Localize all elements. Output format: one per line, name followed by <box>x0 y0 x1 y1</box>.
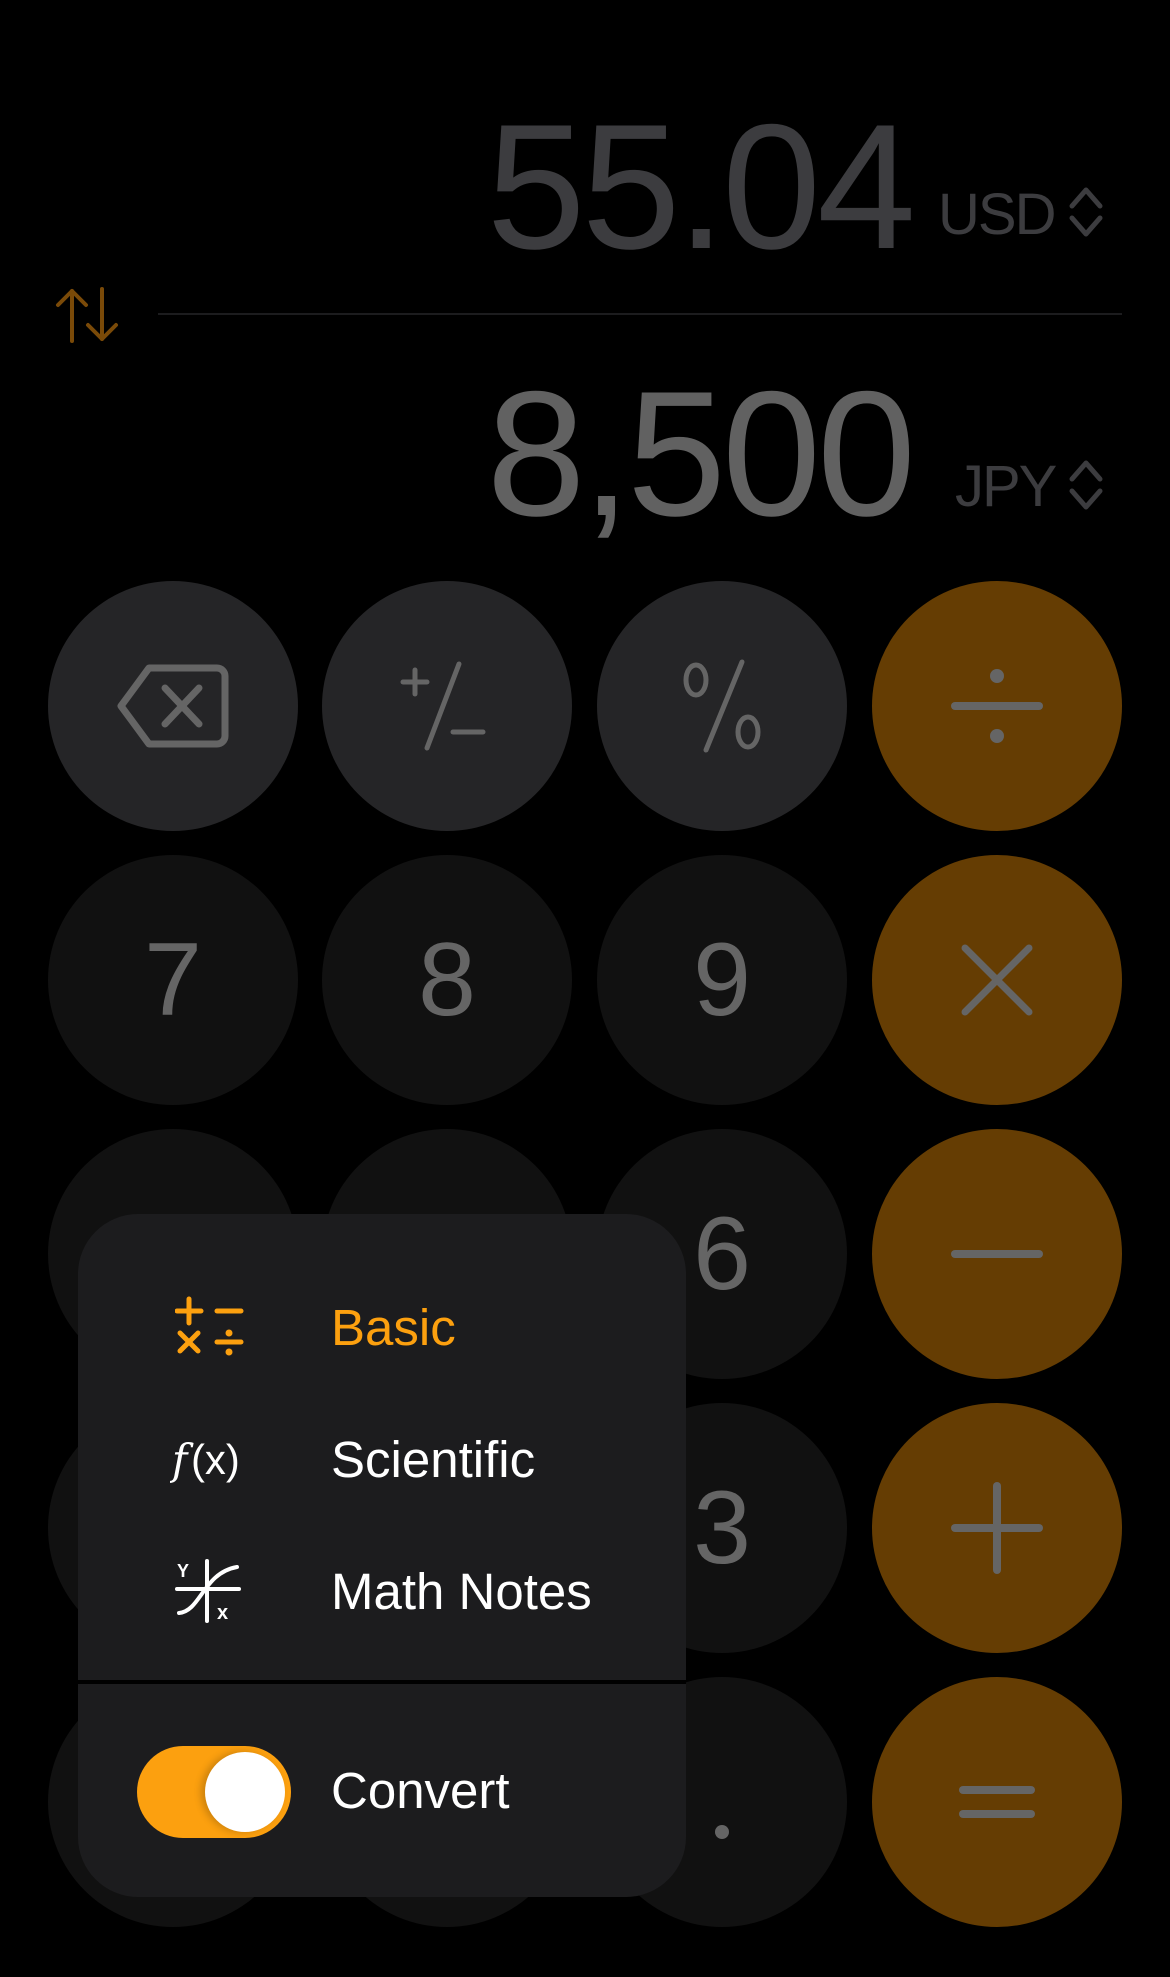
menu-item-label: Scientific <box>331 1430 536 1488</box>
minus-icon <box>951 1250 1043 1258</box>
equals-icon <box>959 1786 1035 1818</box>
plus-button[interactable] <box>872 1403 1122 1653</box>
swap-currencies-icon[interactable] <box>52 285 124 345</box>
menu-item-basic[interactable]: Basic <box>78 1262 686 1392</box>
to-currency-chevron-icon[interactable] <box>1067 455 1105 515</box>
equals-button[interactable] <box>872 1677 1122 1927</box>
from-currency-label[interactable]: USD <box>938 186 1056 244</box>
multiply-button[interactable] <box>872 855 1122 1105</box>
plus-minus-icon <box>400 661 486 751</box>
display-divider <box>158 313 1122 315</box>
menu-item-label: Math Notes <box>331 1562 592 1620</box>
backspace-button[interactable] <box>48 581 298 831</box>
menu-item-label: Basic <box>331 1298 456 1356</box>
from-currency-chevron-icon[interactable] <box>1067 182 1105 242</box>
divide-icon <box>951 669 1043 743</box>
plus-icon <box>951 1482 1043 1574</box>
digit-9-button[interactable]: 9 <box>597 855 847 1105</box>
digit-8-button[interactable]: 8 <box>322 855 572 1105</box>
toggle-knob <box>205 1752 285 1832</box>
svg-text:(x): (x) <box>191 1436 240 1483</box>
math-notes-graph-icon: Y x <box>170 1556 250 1626</box>
minus-button[interactable] <box>872 1129 1122 1379</box>
menu-item-math-notes[interactable]: Y x Math Notes <box>78 1526 686 1656</box>
digit-7-button[interactable]: 7 <box>48 855 298 1105</box>
calculator-mode-menu: Basic f (x) Scientific Y x Math Notes Co… <box>78 1214 686 1897</box>
menu-separator <box>78 1680 686 1684</box>
menu-item-scientific[interactable]: f (x) Scientific <box>78 1394 686 1524</box>
convert-label: Convert <box>331 1762 510 1819</box>
plus-minus-button[interactable] <box>322 581 572 831</box>
percent-button[interactable] <box>597 581 847 831</box>
svg-text:x: x <box>217 1602 228 1623</box>
to-amount: 8,500 <box>486 354 916 553</box>
decimal-point-icon <box>715 1825 729 1839</box>
from-amount: 55.04 <box>486 87 916 286</box>
backspace-icon <box>117 664 229 748</box>
divide-button[interactable] <box>872 581 1122 831</box>
convert-toggle[interactable] <box>137 1746 291 1838</box>
function-fx-icon: f (x) <box>170 1424 250 1494</box>
to-currency-label[interactable]: JPY <box>955 458 1057 516</box>
multiply-icon <box>961 944 1033 1016</box>
basic-operators-icon <box>170 1292 250 1362</box>
svg-text:Y: Y <box>177 1561 189 1581</box>
percent-icon <box>683 659 761 753</box>
